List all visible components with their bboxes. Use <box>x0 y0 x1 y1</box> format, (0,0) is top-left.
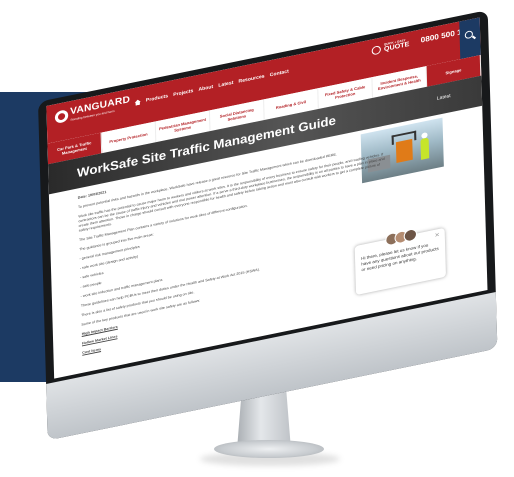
nav-latest[interactable]: Latest <box>218 80 233 89</box>
nav-contact[interactable]: Contact <box>270 69 289 79</box>
logo-icon <box>54 109 69 125</box>
chat-message: Hi there, please let us know if you have… <box>361 242 439 273</box>
breadcrumb-latest[interactable]: Latest <box>437 93 451 101</box>
close-icon[interactable]: ✕ <box>434 232 439 240</box>
search-button[interactable] <box>459 17 481 60</box>
forklift-shape <box>395 138 413 163</box>
nav-about[interactable]: About <box>198 84 213 93</box>
worker-vest-shape <box>420 137 430 160</box>
nav-projects[interactable]: Projects <box>173 88 193 98</box>
avatar <box>403 227 418 243</box>
monitor-scene: VANGUARD Standing between you and harm P… <box>0 0 514 477</box>
monitor: VANGUARD Standing between you and harm P… <box>38 10 498 441</box>
quote-icon <box>371 45 381 56</box>
quote-button[interactable]: QUICK + EASY QUOTE <box>371 35 420 58</box>
nav-products[interactable]: Products <box>146 93 168 103</box>
nav-resources[interactable]: Resources <box>238 74 264 85</box>
chat-avatars <box>385 227 418 247</box>
search-icon <box>464 30 474 40</box>
home-icon[interactable] <box>135 99 141 106</box>
